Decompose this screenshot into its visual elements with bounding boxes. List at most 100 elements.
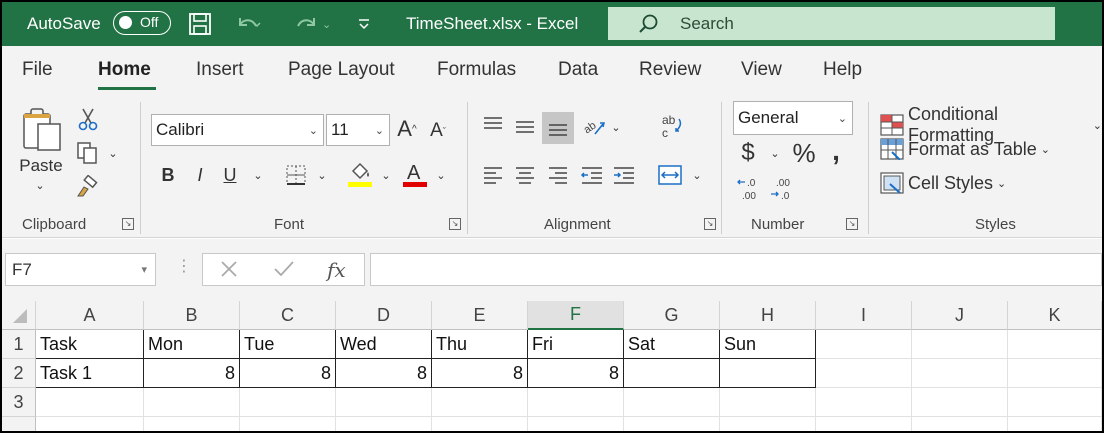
- cell-g3[interactable]: [624, 388, 720, 417]
- cell-h4[interactable]: [720, 417, 816, 431]
- enter-icon[interactable]: [273, 259, 295, 284]
- search-box[interactable]: Search: [608, 7, 1055, 40]
- cell-h3[interactable]: [720, 388, 816, 417]
- bold-button[interactable]: B: [158, 162, 178, 188]
- cell-d2[interactable]: 8: [336, 359, 432, 388]
- orientation-dropdown-icon[interactable]: ⌄: [609, 120, 623, 134]
- paste-dropdown-icon[interactable]: ⌄: [32, 178, 48, 192]
- underline-button[interactable]: U: [220, 162, 240, 188]
- format-painter-icon[interactable]: [74, 174, 100, 200]
- column-header-c[interactable]: C: [240, 301, 336, 330]
- cell-g1[interactable]: Sat: [624, 330, 720, 359]
- cell-e1[interactable]: Thu: [432, 330, 528, 359]
- column-header-h[interactable]: H: [720, 301, 816, 330]
- borders-dropdown-icon[interactable]: ⌄: [315, 168, 329, 182]
- cell-f1[interactable]: Fri: [528, 330, 624, 359]
- copy-dropdown-icon[interactable]: ⌄: [106, 146, 120, 160]
- cell-i1[interactable]: [816, 330, 912, 359]
- font-name-combo[interactable]: Calibri ⌄: [151, 114, 324, 146]
- cell-b2[interactable]: 8: [144, 359, 240, 388]
- formula-bar-grip-icon[interactable]: ⋮: [176, 259, 192, 275]
- cell-b4[interactable]: [144, 417, 240, 431]
- tab-data[interactable]: Data: [558, 59, 598, 81]
- tab-file[interactable]: File: [22, 59, 53, 81]
- cancel-icon[interactable]: [219, 259, 239, 284]
- align-left-icon[interactable]: [480, 162, 506, 188]
- alignment-launcher-icon[interactable]: ↘: [704, 218, 716, 230]
- column-header-i[interactable]: I: [816, 301, 912, 330]
- percent-button[interactable]: %: [790, 138, 818, 168]
- align-center-icon[interactable]: [512, 162, 538, 188]
- insert-function-icon[interactable]: fx: [327, 258, 346, 282]
- cell-j1[interactable]: [912, 330, 1008, 359]
- row-header-2[interactable]: 2: [2, 359, 36, 388]
- row-header-4[interactable]: [2, 417, 36, 431]
- cell-k4[interactable]: [1008, 417, 1102, 431]
- row-header-1[interactable]: 1: [2, 330, 36, 359]
- italic-button[interactable]: I: [190, 162, 210, 188]
- paste-label[interactable]: Paste: [19, 156, 62, 176]
- column-header-k[interactable]: K: [1008, 301, 1102, 330]
- cell-a4[interactable]: [36, 417, 144, 431]
- cell-d1[interactable]: Wed: [336, 330, 432, 359]
- comma-style-button[interactable]: ,: [828, 135, 844, 166]
- cell-k2[interactable]: [1008, 359, 1102, 388]
- currency-button[interactable]: $: [738, 138, 758, 168]
- cell-c2[interactable]: 8: [240, 359, 336, 388]
- format-as-table-button[interactable]: Format as Table ⌄: [880, 138, 1050, 160]
- middle-align-icon[interactable]: [512, 114, 538, 140]
- top-align-icon[interactable]: [480, 112, 506, 138]
- number-launcher-icon[interactable]: ↘: [846, 218, 858, 230]
- clipboard-launcher-icon[interactable]: ↘: [122, 218, 134, 230]
- fill-color-dropdown-icon[interactable]: ⌄: [379, 168, 393, 182]
- font-color-dropdown-icon[interactable]: ⌄: [434, 168, 448, 182]
- customize-toolbar-icon[interactable]: [357, 2, 371, 46]
- cell-c4[interactable]: [240, 417, 336, 431]
- merge-center-dropdown-icon[interactable]: ⌄: [690, 168, 704, 182]
- save-icon[interactable]: [188, 2, 212, 46]
- redo-dropdown-icon[interactable]: ⌄: [322, 2, 331, 46]
- decrease-font-size-icon[interactable]: Aˇ: [426, 116, 450, 146]
- cell-styles-button[interactable]: Cell Styles ⌄: [880, 172, 1006, 194]
- cell-h1[interactable]: Sun: [720, 330, 816, 359]
- cell-d3[interactable]: [336, 388, 432, 417]
- cell-k3[interactable]: [1008, 388, 1102, 417]
- cell-g2[interactable]: [624, 359, 720, 388]
- column-header-j[interactable]: J: [912, 301, 1008, 330]
- cell-j2[interactable]: [912, 359, 1008, 388]
- increase-font-size-icon[interactable]: A ^: [394, 114, 420, 144]
- cell-c1[interactable]: Tue: [240, 330, 336, 359]
- column-header-g[interactable]: G: [624, 301, 720, 330]
- fill-color-icon[interactable]: [346, 158, 374, 190]
- copy-icon[interactable]: [74, 140, 100, 166]
- formula-input[interactable]: [370, 253, 1102, 286]
- cell-g4[interactable]: [624, 417, 720, 431]
- currency-dropdown-icon[interactable]: ⌄: [768, 146, 782, 160]
- cell-a2[interactable]: Task 1: [36, 359, 144, 388]
- cell-i4[interactable]: [816, 417, 912, 431]
- cell-d4[interactable]: [336, 417, 432, 431]
- column-header-e[interactable]: E: [432, 301, 528, 330]
- column-header-b[interactable]: B: [144, 301, 240, 330]
- cell-f3[interactable]: [528, 388, 624, 417]
- tab-review[interactable]: Review: [639, 59, 701, 81]
- tab-home[interactable]: Home: [98, 59, 151, 81]
- cell-f2[interactable]: 8: [528, 359, 624, 388]
- decrease-indent-icon[interactable]: [579, 162, 605, 188]
- column-header-f[interactable]: F: [528, 301, 624, 330]
- align-right-icon[interactable]: [545, 162, 571, 188]
- autosave-toggle[interactable]: Off: [113, 11, 171, 35]
- increase-indent-icon[interactable]: [611, 162, 637, 188]
- cell-f4[interactable]: [528, 417, 624, 431]
- tab-page-layout[interactable]: Page Layout: [288, 59, 395, 81]
- increase-decimal-icon[interactable]: .0.00: [736, 174, 764, 202]
- cell-j3[interactable]: [912, 388, 1008, 417]
- tab-insert[interactable]: Insert: [196, 59, 244, 81]
- cell-i3[interactable]: [816, 388, 912, 417]
- font-color-icon[interactable]: A: [401, 158, 429, 190]
- font-launcher-icon[interactable]: ↘: [449, 218, 461, 230]
- underline-dropdown-icon[interactable]: ⌄: [251, 168, 265, 182]
- paste-icon[interactable]: [20, 106, 64, 154]
- tab-help[interactable]: Help: [823, 59, 862, 81]
- number-format-combo[interactable]: General ⌄: [733, 101, 853, 135]
